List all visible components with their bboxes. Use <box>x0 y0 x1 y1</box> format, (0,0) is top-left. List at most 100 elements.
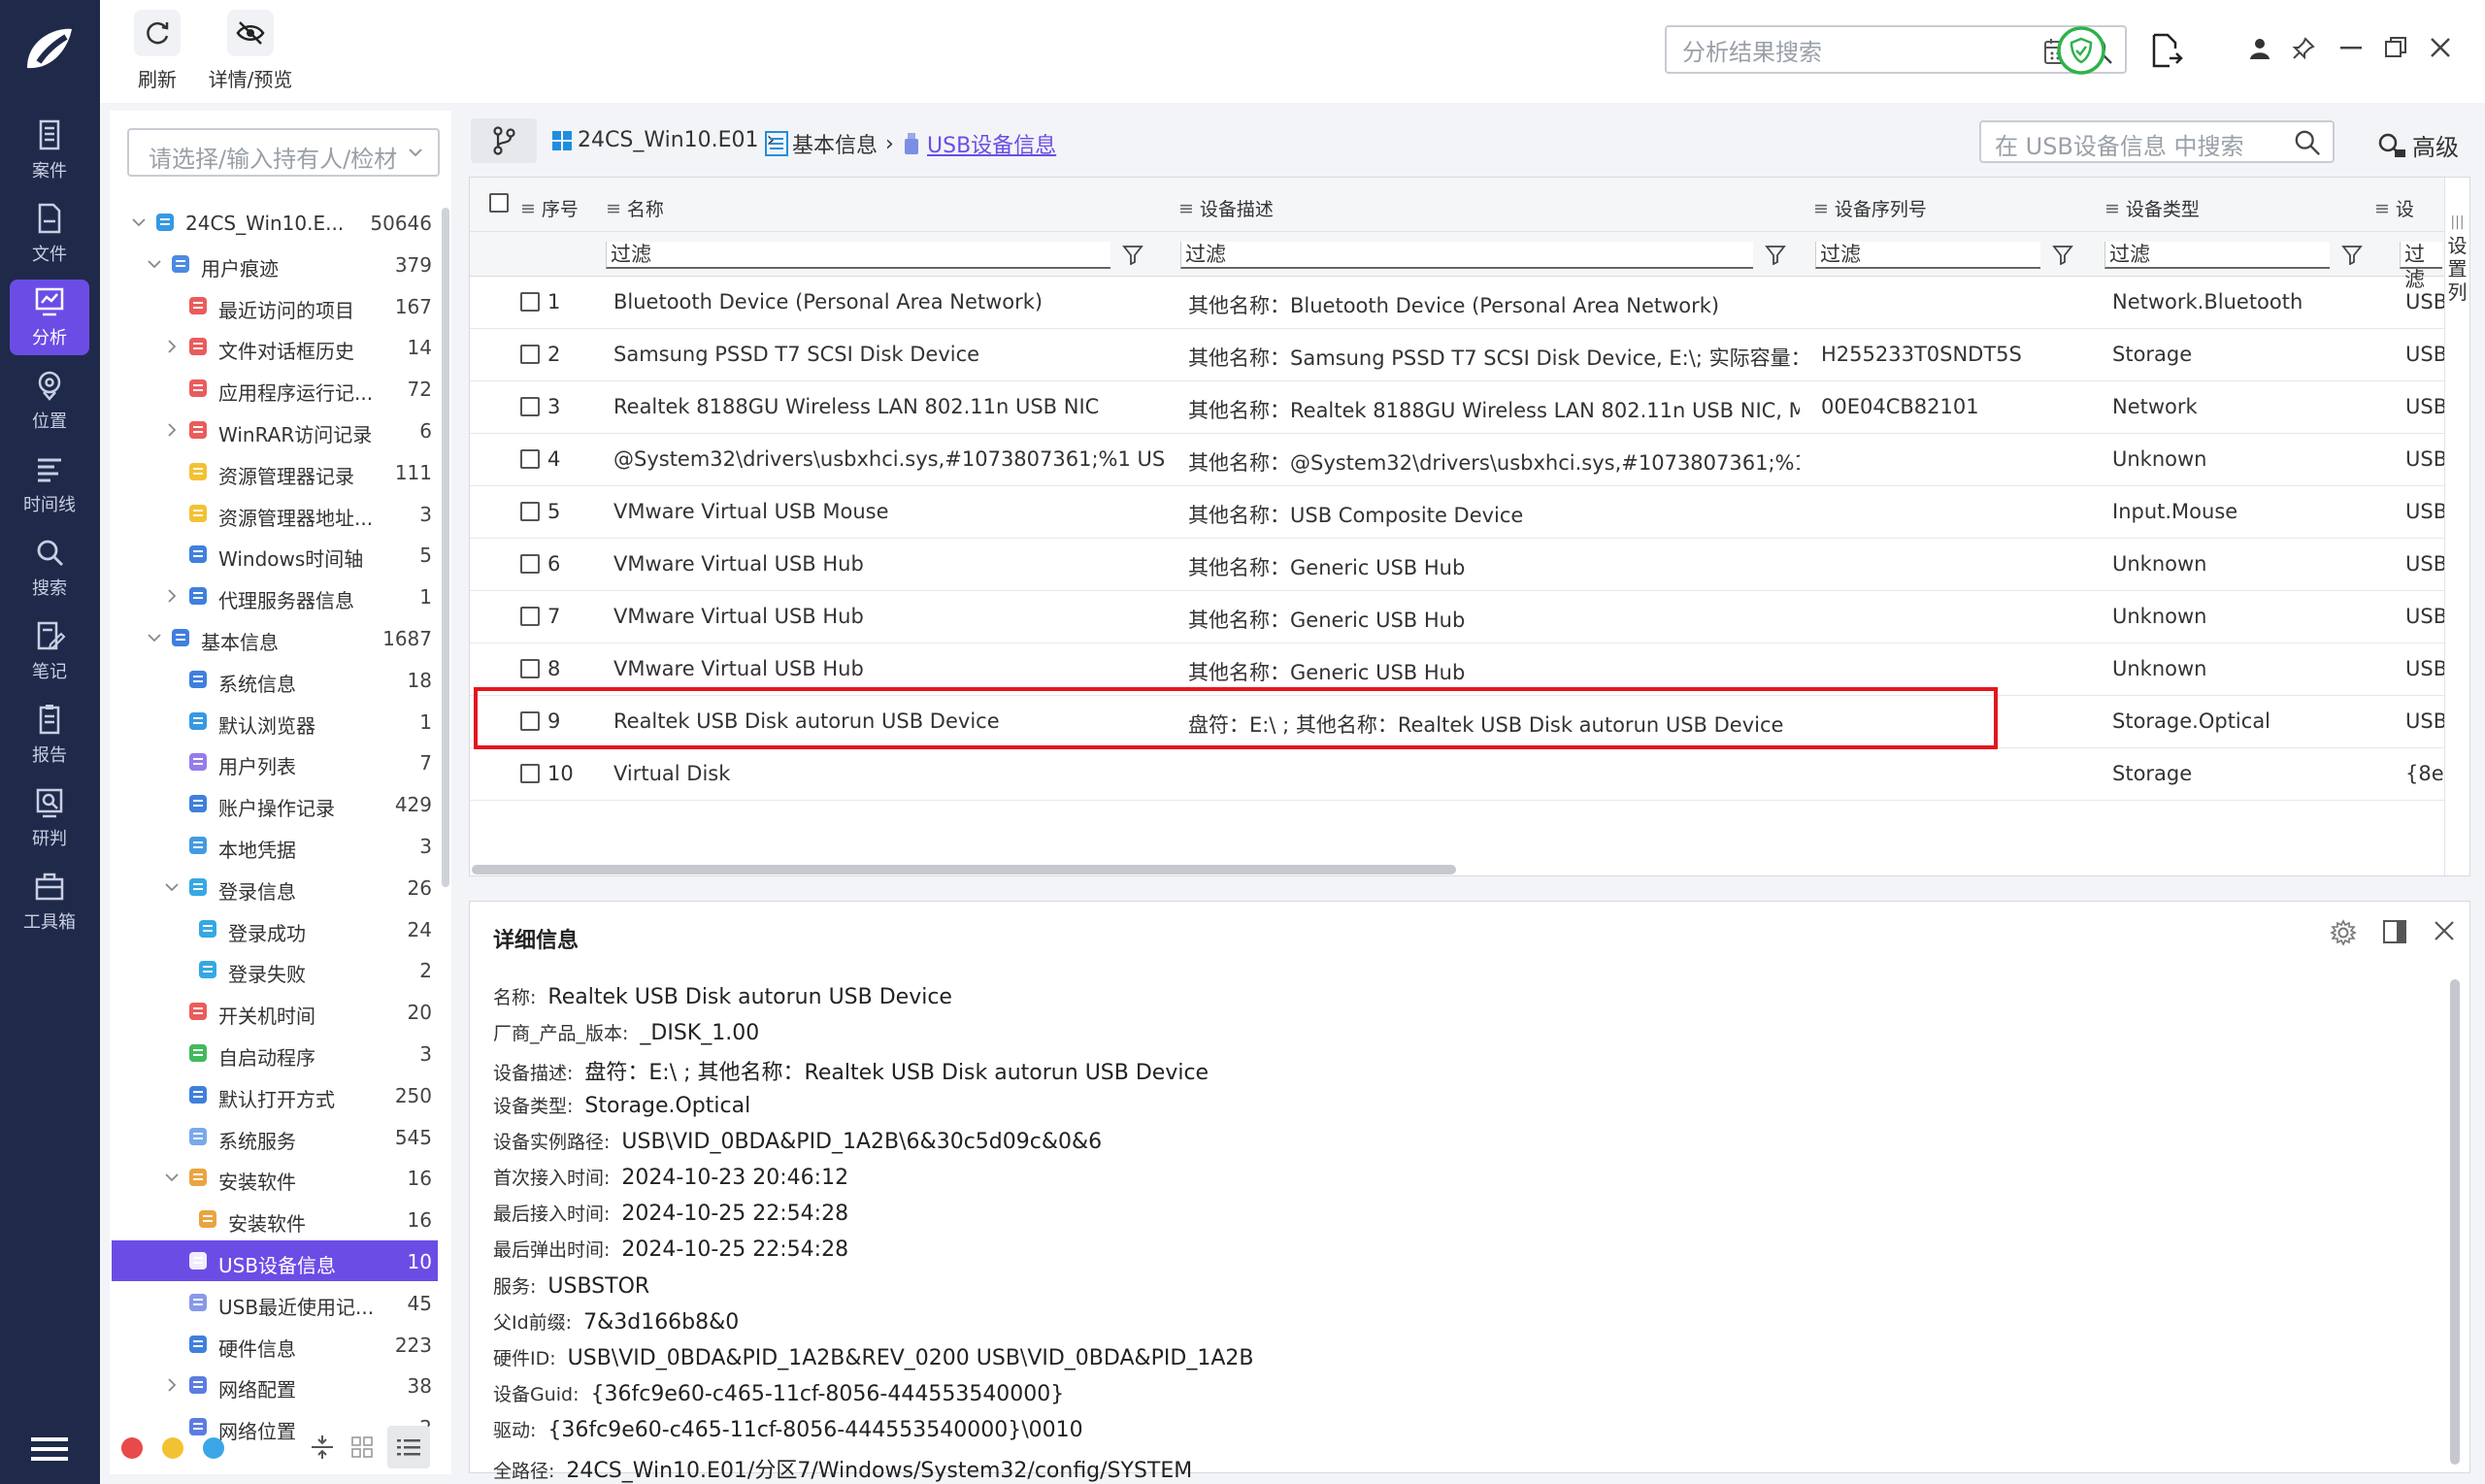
rail-item-location[interactable]: 位置 <box>10 363 89 439</box>
row-checkbox[interactable] <box>520 345 540 364</box>
tree-item[interactable]: 用户痕迹 379 <box>112 244 438 284</box>
header-name[interactable]: ≡ 名称 <box>606 195 664 221</box>
row-checkbox[interactable] <box>520 659 540 678</box>
detail-scrollbar[interactable] <box>2450 979 2460 1465</box>
header-extra[interactable]: ≡ 设 <box>2374 195 2414 221</box>
tree-item[interactable]: 账户操作记录 429 <box>112 783 438 824</box>
pin-icon[interactable] <box>2292 37 2315 60</box>
filter-icon[interactable] <box>2052 244 2073 265</box>
tree-item[interactable]: USB设备信息 10 <box>112 1240 438 1281</box>
tree-scrollbar[interactable] <box>442 208 449 887</box>
rail-item-analysis[interactable]: 分析 <box>10 280 89 355</box>
table-row[interactable]: 4 @System32\drivers\usbxhci.sys,#10738073… <box>470 434 2469 486</box>
rail-item-case[interactable]: 案件 <box>10 113 89 188</box>
close-icon[interactable] <box>2430 37 2451 58</box>
tree-item[interactable]: 安装软件 16 <box>112 1199 438 1239</box>
grid-view-icon[interactable] <box>350 1435 374 1459</box>
tree-item[interactable]: 应用程序运行记... 72 <box>112 368 438 409</box>
shield-check-icon[interactable] <box>2056 25 2106 76</box>
chevron-right-icon[interactable] <box>162 337 182 356</box>
row-checkbox[interactable] <box>520 711 540 731</box>
tree-item[interactable]: 默认打开方式 250 <box>112 1074 438 1115</box>
row-checkbox[interactable] <box>520 554 540 574</box>
settings-icon[interactable] <box>2330 919 2357 946</box>
close-icon[interactable] <box>2433 919 2456 942</box>
row-checkbox[interactable] <box>520 502 540 521</box>
user-icon[interactable] <box>2249 37 2270 60</box>
filter-name-input[interactable]: 过滤 <box>606 242 1110 269</box>
minimize-icon[interactable] <box>2340 47 2362 50</box>
tree-item[interactable]: 安装软件 16 <box>112 1157 438 1198</box>
table-row[interactable]: 3 Realtek 8188GU Wireless LAN 802.11n USB… <box>470 381 2469 434</box>
rail-item-note[interactable]: 笔记 <box>10 613 89 689</box>
tree-item[interactable]: 基本信息 1687 <box>112 617 438 658</box>
chevron-down-icon[interactable] <box>145 628 164 647</box>
tree-item[interactable]: 登录失败 2 <box>112 949 438 990</box>
row-checkbox[interactable] <box>520 292 540 312</box>
row-checkbox[interactable] <box>520 764 540 783</box>
tree-item[interactable]: 代理服务器信息 1 <box>112 576 438 616</box>
table-row[interactable]: 1 Bluetooth Device (Personal Area Network… <box>470 277 2469 329</box>
select-all-checkbox[interactable] <box>489 193 509 213</box>
blue-dot-icon[interactable] <box>203 1437 224 1459</box>
branch-button[interactable] <box>471 118 537 163</box>
refresh-button[interactable]: 刷新 <box>114 10 201 99</box>
table-row[interactable]: 7 VMware Virtual USB Hub 其他名称：Generic USB … <box>470 591 2469 643</box>
tree-item[interactable]: USB最近使用记... 45 <box>112 1282 438 1323</box>
table-row[interactable]: 5 VMware Virtual USB Mouse 其他名称：USB Compos… <box>470 486 2469 539</box>
rail-item-report[interactable]: 报告 <box>10 697 89 773</box>
column-settings-tab[interactable]: ||| 设置列 <box>2444 178 2469 875</box>
tree-item[interactable]: 硬件信息 223 <box>112 1324 438 1365</box>
breadcrumb-current[interactable]: USB设备信息 <box>904 128 1056 159</box>
tree-item[interactable]: 最近访问的项目 167 <box>112 285 438 326</box>
chevron-right-icon[interactable] <box>162 420 182 440</box>
tree-item[interactable]: 开关机时间 20 <box>112 991 438 1032</box>
header-type[interactable]: ≡ 设备类型 <box>2104 195 2200 221</box>
preview-toggle-button[interactable]: 详情/预览 <box>207 10 294 99</box>
holder-select-input[interactable]: 请选择/输入持有人/检材 <box>127 128 440 177</box>
advanced-search-button[interactable]: 高级 <box>2377 128 2459 162</box>
tree-item[interactable]: 网络配置 38 <box>112 1365 438 1405</box>
red-dot-icon[interactable] <box>121 1437 143 1459</box>
tree-item[interactable]: 资源管理器地址... 3 <box>112 493 438 534</box>
row-checkbox[interactable] <box>520 449 540 469</box>
table-search-input[interactable]: 在 USB设备信息 中搜索 <box>1979 120 2335 163</box>
horizontal-scrollbar[interactable] <box>472 865 1456 874</box>
tree-item[interactable]: 系统服务 545 <box>112 1116 438 1157</box>
filter-icon[interactable] <box>1122 244 1143 265</box>
filter-desc-input[interactable]: 过滤 <box>1180 242 1753 269</box>
tree-item[interactable]: 24CS_Win10.E... 50646 <box>112 202 438 243</box>
table-row[interactable]: 10 Virtual Disk Storage {8e7 <box>470 748 2469 801</box>
header-no[interactable]: ≡ 序号 <box>520 195 579 221</box>
tree-item[interactable]: 登录信息 26 <box>112 867 438 907</box>
hamburger-icon[interactable] <box>31 1435 68 1464</box>
tree-item[interactable]: 用户列表 7 <box>112 742 438 782</box>
split-view-icon[interactable] <box>2382 919 2407 944</box>
table-row[interactable]: 6 VMware Virtual USB Hub 其他名称：Generic USB … <box>470 539 2469 591</box>
row-checkbox[interactable] <box>520 397 540 416</box>
tree-item[interactable]: 登录成功 24 <box>112 908 438 949</box>
export-icon[interactable] <box>2150 33 2183 68</box>
tree-item[interactable]: 自启动程序 3 <box>112 1033 438 1073</box>
breadcrumb-root[interactable]: 24CS_Win10.E01 › <box>552 128 775 152</box>
filter-icon[interactable] <box>2341 244 2363 265</box>
rail-item-file[interactable]: 文件 <box>10 196 89 272</box>
restore-icon[interactable] <box>2385 37 2406 58</box>
filter-serial-input[interactable]: 过滤 <box>1815 242 2040 269</box>
rail-item-search[interactable]: 搜索 <box>10 530 89 606</box>
chevron-right-icon[interactable] <box>162 1375 182 1395</box>
rail-item-toolbox[interactable]: 工具箱 <box>10 864 89 940</box>
tree-item[interactable]: Windows时间轴 5 <box>112 534 438 575</box>
filter-icon[interactable] <box>1765 244 1786 265</box>
header-serial[interactable]: ≡ 设备序列号 <box>1813 195 1927 221</box>
collapse-icon[interactable] <box>310 1434 335 1461</box>
search-icon[interactable] <box>2294 129 2321 156</box>
rail-item-timeline[interactable]: 时间线 <box>10 446 89 522</box>
header-desc[interactable]: ≡ 设备描述 <box>1178 195 1274 221</box>
tree-item[interactable]: WinRAR访问记录 6 <box>112 410 438 450</box>
chevron-down-icon[interactable] <box>145 254 164 274</box>
tree-item[interactable]: 本地凭据 3 <box>112 825 438 866</box>
chevron-down-icon[interactable] <box>129 213 149 232</box>
tree-item[interactable]: 默认浏览器 1 <box>112 701 438 742</box>
breadcrumb-mid[interactable]: 基本信息 › <box>765 128 894 159</box>
